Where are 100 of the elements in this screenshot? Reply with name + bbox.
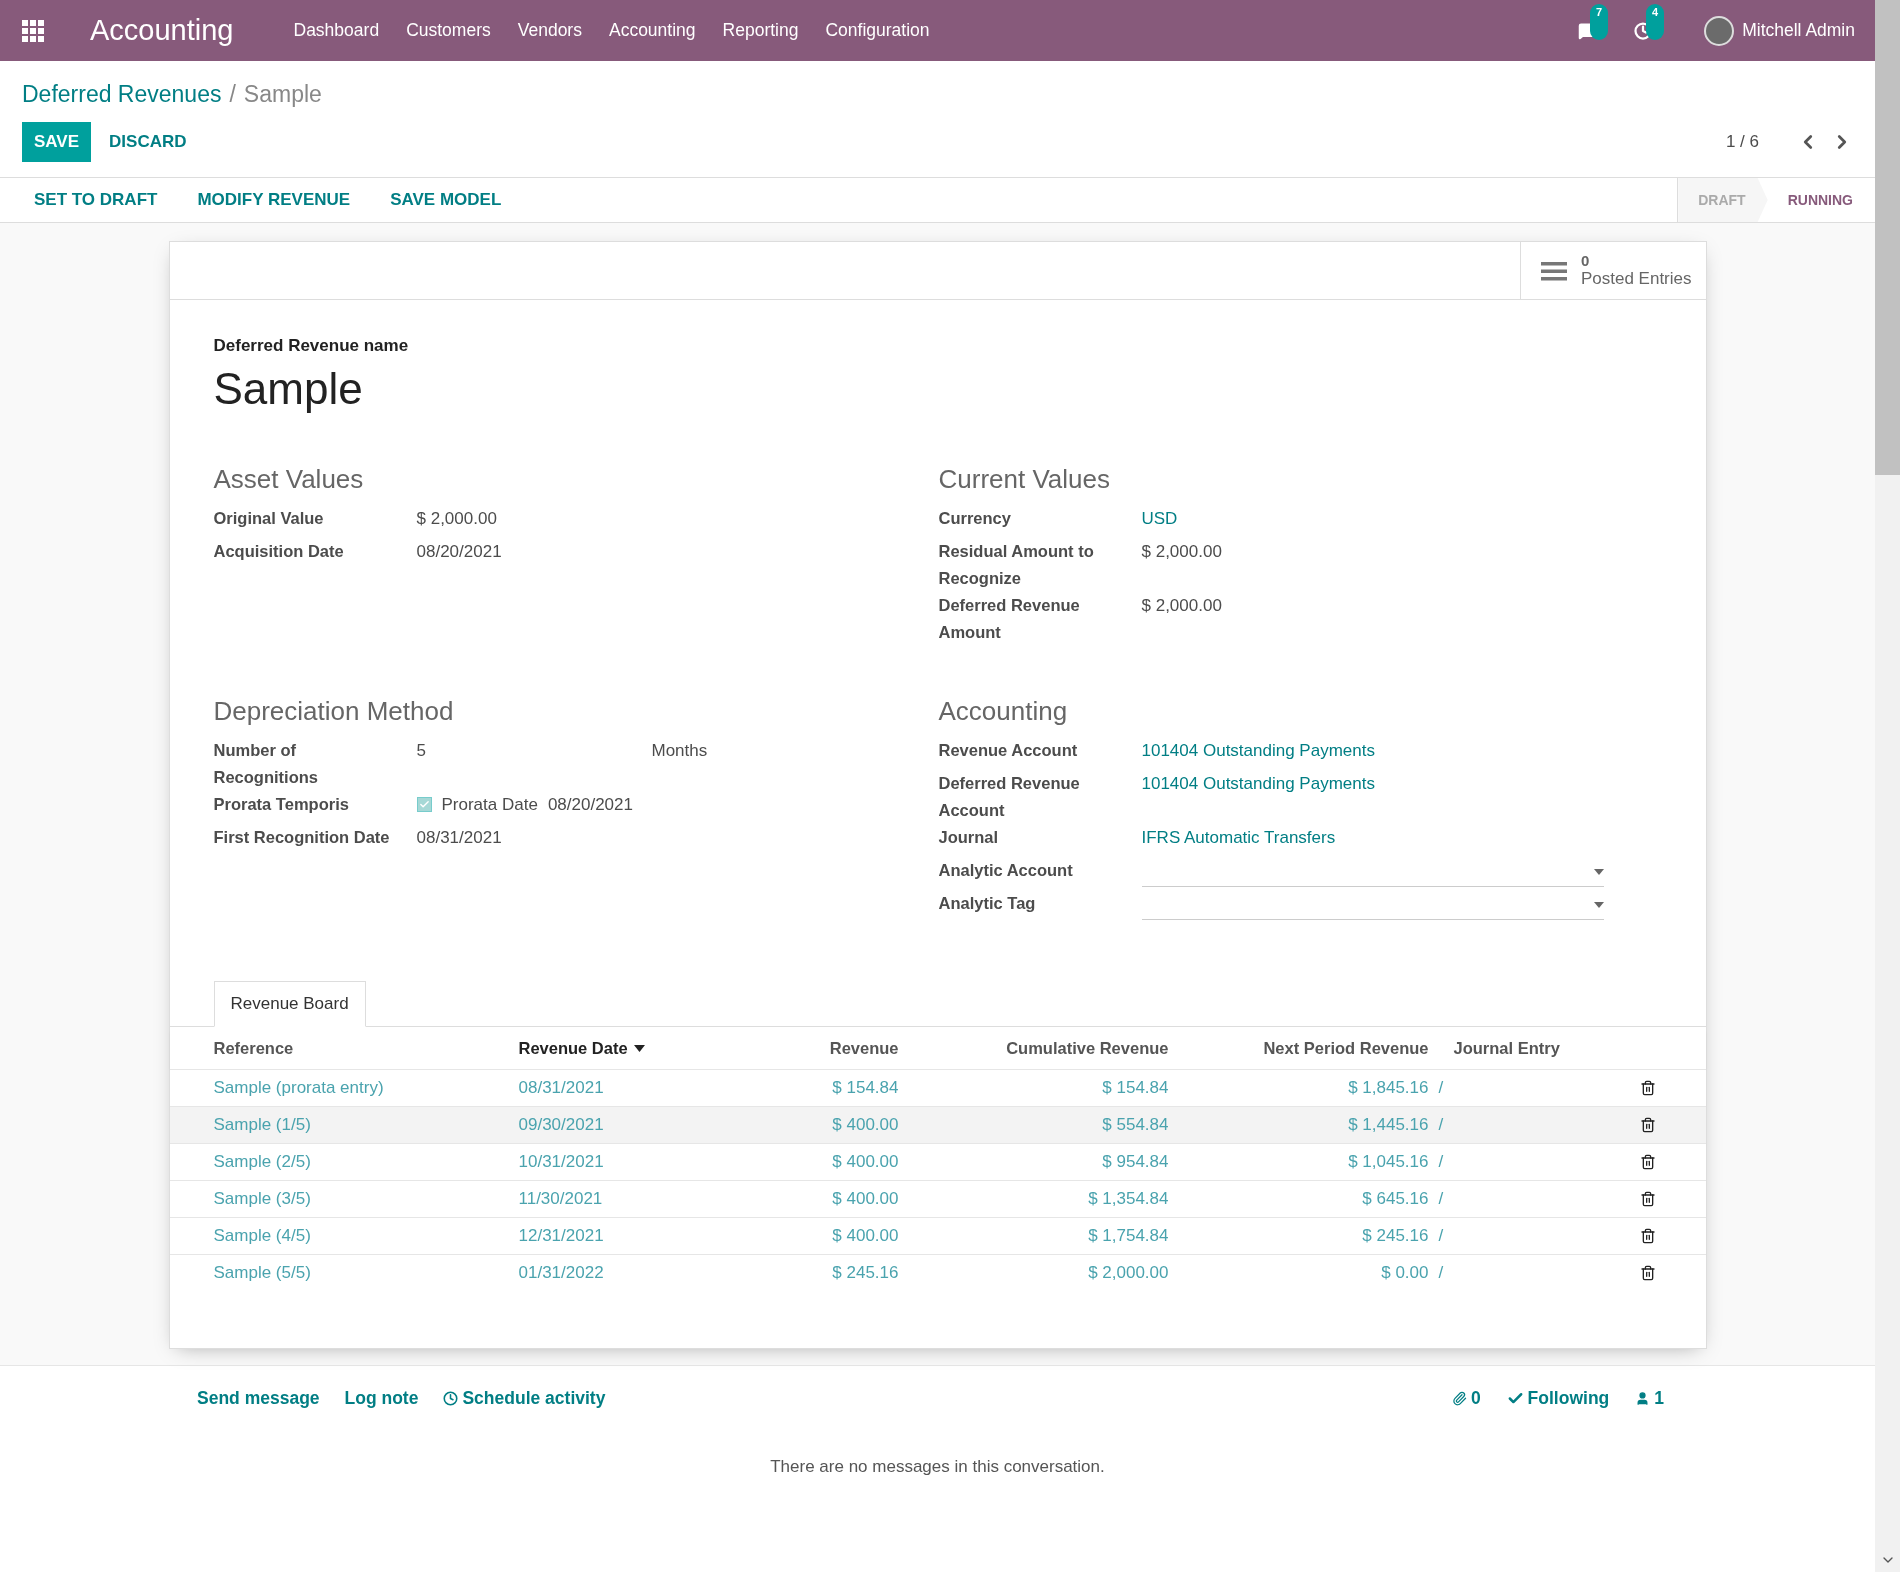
trash-icon[interactable] bbox=[1639, 1117, 1656, 1133]
menu-item[interactable]: Configuration bbox=[825, 20, 930, 41]
trash-icon[interactable] bbox=[1639, 1080, 1656, 1096]
column-header[interactable]: Next Period Revenue bbox=[1168, 1038, 1429, 1058]
table-cell-text: Sample (2/5) bbox=[213, 1152, 312, 1172]
field-label: Analytic Account bbox=[938, 860, 1074, 881]
table-cell-text: 11/30/2021 bbox=[518, 1189, 604, 1209]
field-label: Acquisition Date bbox=[213, 541, 345, 562]
table-cell-text: $ 1,845.16 bbox=[1347, 1078, 1429, 1098]
section-title: Depreciation Method bbox=[213, 696, 455, 727]
table-cell-text: 10/31/2021 bbox=[518, 1152, 605, 1172]
check-icon bbox=[418, 799, 430, 810]
menu-icon bbox=[1540, 260, 1567, 281]
column-header[interactable]: Reference bbox=[213, 1038, 519, 1058]
checkbox[interactable] bbox=[416, 797, 432, 812]
follow-button[interactable]: Following bbox=[1506, 1388, 1610, 1409]
table-cell-text: 08/31/2021 bbox=[518, 1078, 605, 1098]
breadcrumb-link[interactable]: Deferred Revenues bbox=[22, 81, 222, 108]
user-name[interactable]: Mitchell Admin bbox=[1742, 20, 1855, 41]
chatter-link[interactable]: Schedule activity bbox=[443, 1388, 606, 1409]
menu-item[interactable]: Vendors bbox=[517, 20, 582, 41]
table-cell-text: Sample (4/5) bbox=[213, 1226, 312, 1246]
chatter-link[interactable]: Send message bbox=[197, 1388, 320, 1409]
breadcrumb-current: Sample bbox=[243, 81, 322, 108]
user-icon bbox=[1635, 1391, 1651, 1406]
table-row[interactable]: Sample (1/5) 09/30/2021 $ 400.00 $ 554.84 $ 1,445.16 / bbox=[169, 1106, 1706, 1143]
column-header[interactable]: Revenue bbox=[708, 1038, 899, 1058]
table-cell-text: Sample (3/5) bbox=[213, 1189, 312, 1209]
table-cell-text: / bbox=[1437, 1115, 1445, 1135]
action-button[interactable]: MODIFY REVENUE bbox=[185, 178, 359, 222]
stat-button[interactable]: 0 Posted Entries bbox=[1519, 242, 1706, 299]
field-label: Original Value bbox=[213, 508, 325, 529]
field-link[interactable]: USD bbox=[1141, 505, 1662, 532]
table-cell-text: $ 645.16 bbox=[1361, 1189, 1429, 1209]
trash-icon[interactable] bbox=[1639, 1154, 1656, 1170]
table-cell-text: 01/31/2022 bbox=[518, 1263, 605, 1283]
menu-item[interactable]: Accounting bbox=[608, 20, 696, 41]
trash-icon[interactable] bbox=[1639, 1228, 1656, 1244]
app-title[interactable]: Accounting bbox=[90, 14, 234, 47]
chatter-link[interactable]: Log note bbox=[344, 1388, 419, 1409]
section-title: Accounting bbox=[938, 696, 1069, 727]
table-cell-text: / bbox=[1437, 1226, 1445, 1246]
action-button[interactable]: SET TO DRAFT bbox=[22, 178, 166, 222]
table-row[interactable]: Sample (prorata entry) 08/31/2021 $ 154.84 $ 154.84 $ 1,845.16 / bbox=[169, 1069, 1706, 1106]
field-value: 08/20/2021 bbox=[547, 794, 633, 816]
menu-item[interactable]: Dashboard bbox=[293, 20, 380, 41]
paperclip-icon bbox=[1451, 1391, 1467, 1406]
table-cell-text: 09/30/2021 bbox=[518, 1115, 605, 1135]
table-row[interactable]: Sample (5/5) 01/31/2022 $ 245.16 $ 2,000.00 $ 0.00 / bbox=[169, 1254, 1706, 1291]
field-value: 5 bbox=[416, 740, 427, 762]
discard-button[interactable]: DISCARD bbox=[97, 122, 199, 162]
table-cell-text: $ 245.16 bbox=[1361, 1226, 1429, 1246]
field-value: $ 2,000.00 bbox=[1141, 541, 1223, 563]
section-title: Current Values bbox=[938, 464, 1111, 495]
avatar[interactable] bbox=[1704, 15, 1735, 46]
count-badge: 4 bbox=[1646, 3, 1665, 40]
table-cell-text: $ 400.00 bbox=[831, 1189, 899, 1209]
followers-button[interactable]: 1 bbox=[1635, 1388, 1664, 1409]
caret-icon bbox=[1593, 901, 1604, 908]
field-link[interactable]: 101404 Outstanding Payments bbox=[1141, 770, 1662, 797]
trash-icon[interactable] bbox=[1639, 1265, 1656, 1281]
save-button[interactable]: SAVE bbox=[22, 122, 92, 162]
table-cell-text: $ 154.84 bbox=[831, 1078, 899, 1098]
pager: 1 / 6 bbox=[1725, 132, 1759, 152]
table-cell-text: $ 554.84 bbox=[1101, 1115, 1169, 1135]
table-cell-text: 12/31/2021 bbox=[518, 1226, 605, 1246]
table-row[interactable]: Sample (2/5) 10/31/2021 $ 400.00 $ 954.84 $ 1,045.16 / bbox=[169, 1143, 1706, 1180]
table-row[interactable]: Sample (3/5) 11/30/2021 $ 400.00 $ 1,354.84 $ 645.16 / bbox=[169, 1180, 1706, 1217]
menu-item[interactable]: Customers bbox=[406, 20, 491, 41]
field-link[interactable]: IFRS Automatic Transfers bbox=[1141, 824, 1662, 851]
table-cell-text: Sample (5/5) bbox=[213, 1263, 312, 1283]
menu-item[interactable]: Reporting bbox=[722, 20, 799, 41]
scrollbar[interactable] bbox=[1875, 0, 1900, 1572]
table-cell-text: / bbox=[1437, 1078, 1445, 1098]
apps-menu-icon[interactable] bbox=[22, 19, 44, 42]
tab[interactable]: Revenue Board bbox=[213, 981, 366, 1027]
empty-message: There are no messages in this conversation. bbox=[769, 1457, 1106, 1477]
table-row[interactable]: Sample (4/5) 12/31/2021 $ 400.00 $ 1,754.84 $ 245.16 / bbox=[169, 1217, 1706, 1254]
sort-caret-icon bbox=[633, 1044, 645, 1052]
column-header[interactable]: Cumulative Revenue bbox=[898, 1038, 1169, 1058]
unit-label: Months bbox=[651, 740, 709, 762]
table-cell-text: $ 154.84 bbox=[1101, 1078, 1169, 1098]
table-cell-text: $ 1,754.84 bbox=[1087, 1226, 1169, 1246]
field-label: Journal bbox=[938, 827, 1000, 848]
record-name[interactable]: Sample bbox=[213, 364, 1662, 414]
field-label: Revenue Account bbox=[938, 740, 1079, 761]
field-link[interactable]: 101404 Outstanding Payments bbox=[1141, 737, 1662, 764]
column-header[interactable]: Journal Entry bbox=[1428, 1038, 1623, 1058]
table-cell-text: $ 400.00 bbox=[831, 1152, 899, 1172]
field-value: 08/20/2021 bbox=[416, 541, 503, 563]
attachments-button[interactable]: 0 bbox=[1451, 1388, 1481, 1409]
field-label: Residual Amount to Recognize bbox=[938, 541, 1095, 589]
column-header[interactable]: Revenue Date bbox=[518, 1038, 709, 1058]
table-cell-text: $ 1,045.16 bbox=[1347, 1152, 1429, 1172]
table-cell-text: $ 245.16 bbox=[831, 1263, 899, 1283]
action-button[interactable]: SAVE MODEL bbox=[378, 178, 510, 222]
trash-icon[interactable] bbox=[1639, 1191, 1656, 1207]
field-label: Prorata Date bbox=[441, 794, 538, 816]
count-badge: 7 bbox=[1589, 3, 1609, 40]
table-cell-text: $ 400.00 bbox=[831, 1115, 899, 1135]
